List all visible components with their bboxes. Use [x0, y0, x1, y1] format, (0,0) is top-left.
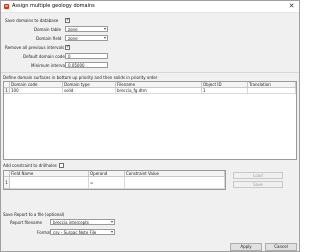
table-cell-translation[interactable] — [248, 88, 296, 94]
close-icon[interactable]: ✕ — [287, 2, 296, 11]
domain-field-value: zone — [68, 36, 78, 41]
constraint-table: Field Name Operand Constraint Value 1 = — [3, 170, 226, 190]
default-code-input[interactable]: 0 — [65, 53, 108, 59]
table-cell-filename[interactable]: breccia_fg.dtm — [116, 88, 202, 94]
divider — [1, 72, 299, 73]
chevron-down-icon — [104, 37, 106, 39]
save-domains-checkbox[interactable]: ✓ — [65, 18, 70, 23]
save-domains-label: Save domains to database — [5, 18, 59, 23]
report-filename-label: Report filename — [10, 220, 42, 225]
default-code-label: Default domain code — [23, 54, 65, 59]
save-report-label: Save Report to a file (optional) — [3, 212, 65, 217]
remove-intervals-label: Remove all previous intervals — [5, 45, 65, 50]
table-cell-constraint-value[interactable] — [125, 177, 225, 189]
domain-table-select[interactable]: zone — [65, 26, 108, 32]
surfaces-table: Domain code Domain type Filename Object … — [3, 81, 297, 160]
format-label: Format — [37, 230, 52, 235]
min-interval-label: Minimum interval — [31, 63, 67, 68]
check-icon: ✓ — [66, 17, 71, 23]
min-interval-value: 0.05000 — [68, 63, 85, 68]
table-cell-domain-code[interactable]: 100 — [10, 88, 63, 94]
table-cell-object-id[interactable]: 1 — [202, 88, 248, 94]
title-bar: Assign multiple geology domains ✕ — [1, 1, 299, 13]
window-title: Assign multiple geology domains — [12, 3, 95, 9]
domain-field-label: Domain field — [36, 36, 62, 41]
cancel-button[interactable]: Cancel — [265, 243, 297, 251]
surfaces-section-label: Define domain surfaces in bottom up prio… — [3, 75, 158, 80]
load-button[interactable]: Load — [233, 172, 283, 179]
chevron-down-icon — [111, 221, 113, 223]
format-value: csv - Surpac Note File — [53, 230, 97, 235]
default-code-value: 0 — [68, 54, 71, 59]
chevron-down-icon — [104, 28, 106, 30]
domain-field-select[interactable]: zone — [65, 35, 108, 41]
assign-domains-dialog: Assign multiple geology domains ✕ Save d… — [0, 0, 300, 252]
report-filename-select[interactable]: breccia intercepts — [50, 219, 115, 225]
report-filename-value: breccia intercepts — [53, 220, 89, 225]
table-cell-operand[interactable]: = — [89, 177, 125, 189]
table-cell-domain-type[interactable]: solid — [63, 88, 116, 94]
apply-button[interactable]: Apply — [230, 243, 262, 251]
table-cell-field-name[interactable] — [10, 177, 89, 189]
add-constraint-checkbox[interactable] — [59, 163, 64, 168]
save-button[interactable]: Save — [233, 181, 283, 188]
chevron-down-icon — [111, 231, 113, 233]
app-icon — [4, 4, 9, 9]
domain-table-value: zone — [68, 27, 78, 32]
domain-table-label: Domain table — [34, 27, 61, 32]
format-select[interactable]: csv - Surpac Note File — [50, 229, 115, 235]
remove-intervals-checkbox[interactable]: ✓ — [65, 45, 70, 50]
check-icon: ✓ — [66, 44, 71, 50]
min-interval-input[interactable]: 0.05000 — [65, 62, 108, 68]
add-constraint-label: Add constraint to drillholes — [3, 163, 57, 168]
